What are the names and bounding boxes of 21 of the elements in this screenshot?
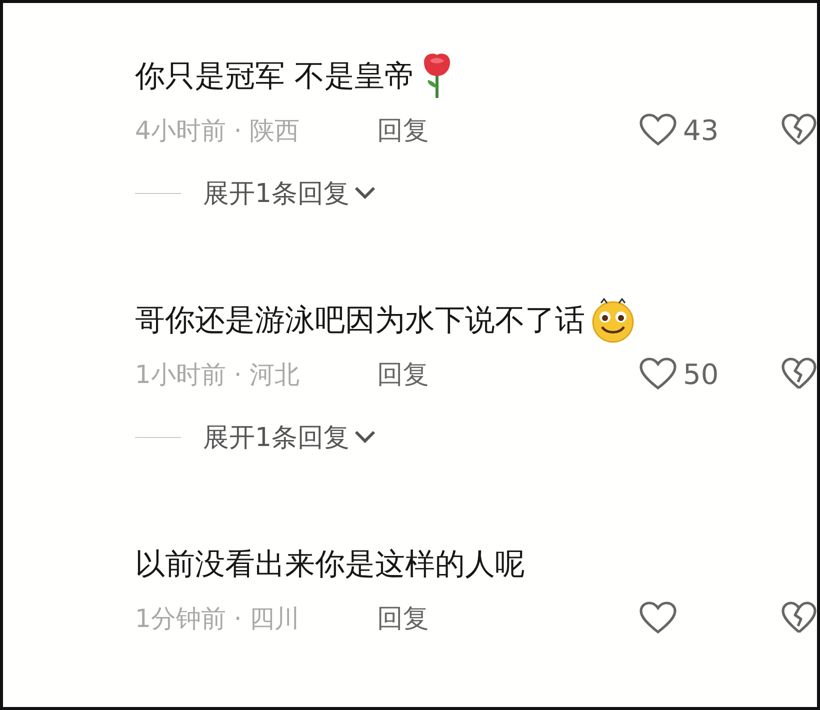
- heart-icon[interactable]: [639, 601, 677, 635]
- like-count: 43: [683, 114, 719, 146]
- comment-text: 你只是冠军 不是皇帝: [135, 58, 415, 96]
- like-count: 50: [683, 358, 719, 390]
- reply-link[interactable]: 回复: [377, 600, 429, 636]
- broken-heart-icon[interactable]: [781, 357, 817, 391]
- comment-time-location: 1小时前 · 河北: [135, 358, 301, 390]
- heart-icon[interactable]: [639, 113, 677, 147]
- comment-time-location: 4小时前 · 陕西: [135, 114, 301, 146]
- chevron-down-icon: [354, 430, 376, 444]
- broken-heart-icon[interactable]: [781, 601, 817, 635]
- expand-replies-button[interactable]: 展开1条回复: [203, 176, 376, 210]
- comment-text: 以前没看出来你是这样的人呢: [135, 546, 525, 584]
- comment-text: 哥你还是游泳吧因为水下说不了话: [135, 302, 585, 340]
- reply-link[interactable]: 回复: [377, 112, 429, 148]
- heart-icon[interactable]: [639, 357, 677, 391]
- reply-link[interactable]: 回复: [377, 356, 429, 392]
- broken-heart-icon[interactable]: [781, 113, 817, 147]
- chevron-down-icon: [354, 186, 376, 200]
- expand-replies-button[interactable]: 展开1条回复: [203, 420, 376, 454]
- comment-time-location: 1分钟前 · 四川: [135, 602, 301, 634]
